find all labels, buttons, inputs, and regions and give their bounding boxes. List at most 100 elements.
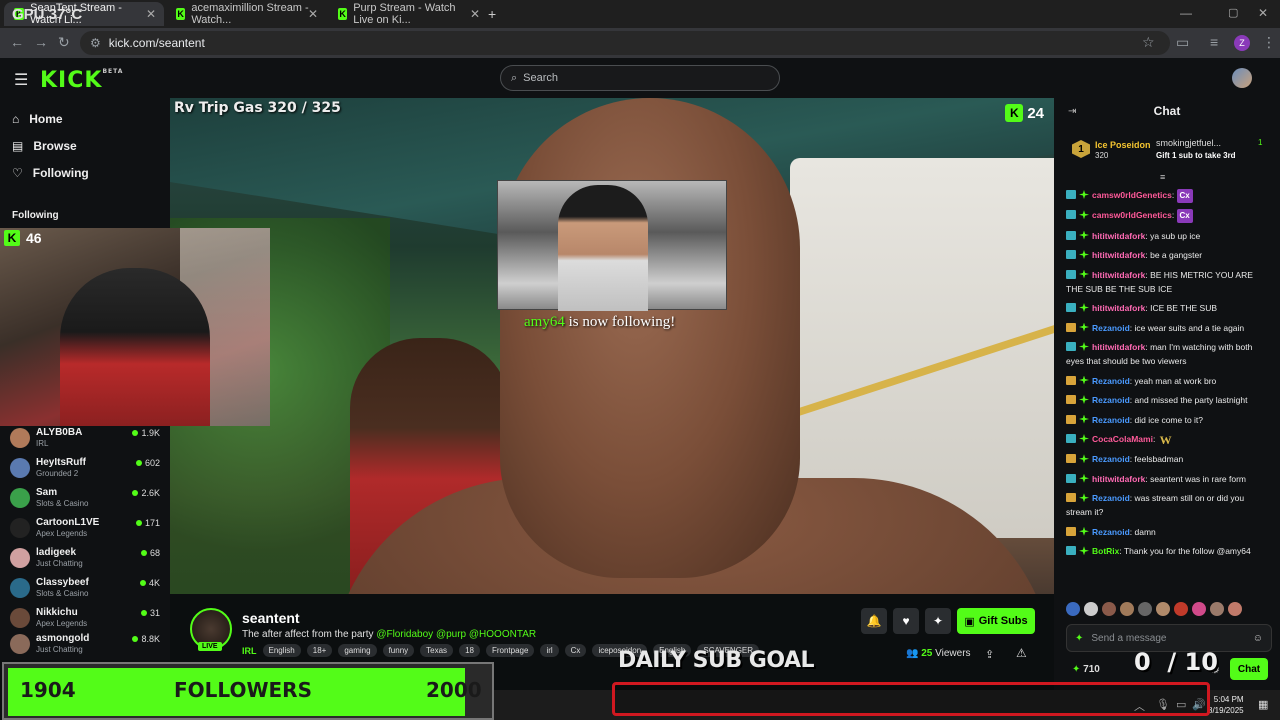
site-info-icon[interactable]: ⚙ [90,36,101,50]
back-arrow-icon[interactable]: ← [10,34,24,50]
url-field[interactable]: ⚙ kick.com/seantent [80,31,1170,55]
emote-icon[interactable] [1156,602,1170,616]
webcam-person [60,268,210,426]
reload-icon[interactable]: ↻ [58,34,70,51]
report-icon[interactable]: ⚠ [1016,646,1027,660]
chat-message: hititwitdafork: ya sub up ice [1066,229,1272,243]
chat-username[interactable]: Rezanoid [1092,454,1130,464]
sub-badge-icon [1066,454,1076,464]
followed-channel[interactable]: ladigeek Just Chatting 68 [10,546,162,570]
followed-channel[interactable]: Nikkichu Apex Legends 31 [10,606,162,630]
bookmark-star-icon[interactable]: ☆ [1142,34,1155,51]
followed-channel[interactable]: CartoonL1VE Apex Legends 171 [10,516,162,540]
followed-channel[interactable]: Classybeef Slots & Casino 4K [10,576,162,600]
sub-badge-icon [1066,342,1076,351]
sidebar-item-home[interactable]: ⌂ Home [12,112,63,126]
second-name[interactable]: smokingjetfuel... [1156,138,1221,148]
sidebar-item-browse[interactable]: ▤ Browse [12,139,77,153]
trip-gas-overlay: Rv Trip Gas 320 / 325 [174,100,341,116]
streamer-name[interactable]: seantent [242,610,300,626]
tag[interactable]: 18 [459,644,480,657]
tag[interactable]: English [262,644,301,657]
search-input[interactable]: ⌕ Search [500,65,780,91]
video-player[interactable]: Rv Trip Gas 320 / 325 K 24 amy64 is now … [170,98,1054,594]
chat-username[interactable]: hititwitdafork [1092,303,1145,313]
tag[interactable]: funny [382,644,415,657]
chat-username[interactable]: CocaColaMami [1092,434,1153,444]
tag[interactable]: Frontpage [485,644,535,657]
channel-name: Nikkichu [36,607,78,618]
tag[interactable]: irl [540,644,559,657]
followed-channel[interactable]: asmongold Just Chatting 8.8K [10,632,162,656]
chat-username[interactable]: hititwitdafork [1092,250,1145,260]
notification-icon[interactable]: ▦ [1258,698,1268,711]
kick-logo[interactable]: KICKBETA [40,68,123,93]
chat-username[interactable]: camsw0rldGenetics [1092,210,1172,220]
restore-icon[interactable]: ▢ [1228,6,1238,19]
emote-icon[interactable] [1192,602,1206,616]
close-tab-icon[interactable]: ✕ [308,7,318,21]
following-heading: Following [12,210,59,221]
emoji-icon[interactable]: ☺ [1253,633,1263,644]
followed-channel[interactable]: ALYB0BA IRL 1.9K [10,426,162,450]
share-icon[interactable]: ⇪ [985,648,994,661]
sidebar-item-following[interactable]: ♡ Following [12,166,89,180]
followed-channel[interactable]: Sam Slots & Casino 2.6K [10,486,162,510]
emote-icon[interactable] [1174,602,1188,616]
chat-username[interactable]: hititwitdafork [1092,342,1145,352]
taskbar-clock[interactable]: 5:04 PM 8/19/2025 [1208,694,1244,716]
cast-icon[interactable]: ▭ [1176,34,1189,51]
chat-filter-icon[interactable]: ≡ [1160,172,1165,182]
chat-username[interactable]: camsw0rldGenetics [1092,190,1172,200]
chat-username[interactable]: Rezanoid [1092,376,1130,386]
channel-category: Slots & Casino [36,499,89,508]
chat-messages: camsw0rldGenetics: Cx camsw0rldGenetics: … [1066,188,1272,564]
emote-icon[interactable] [1210,602,1224,616]
send-chat-button[interactable]: Chat [1230,658,1268,680]
chat-username[interactable]: Rezanoid [1092,395,1130,405]
emote-icon[interactable] [1066,602,1080,616]
browser-menu-icon[interactable]: ⋮ [1262,34,1276,51]
tab-purp[interactable]: K Purp Stream - Watch Live on Ki... ✕ [328,2,488,26]
emote-icon[interactable] [1084,602,1098,616]
emote-icon[interactable] [1138,602,1152,616]
close-tab-icon[interactable]: ✕ [470,7,480,21]
sub-badge-icon [1066,210,1076,220]
forward-arrow-icon[interactable]: → [34,34,48,50]
close-tab-icon[interactable]: ✕ [146,7,156,21]
chat-username[interactable]: hititwitdafork [1092,270,1145,280]
kicks-balance[interactable]: ✦ 710 [1072,664,1100,675]
chat-username[interactable]: hititwitdafork [1092,474,1145,484]
category-link[interactable]: IRL [242,646,257,656]
follow-button[interactable]: ♥ [893,608,919,634]
emote-icon[interactable] [1120,602,1134,616]
emote-icon[interactable] [1102,602,1116,616]
minimize-icon[interactable]: — [1180,6,1192,20]
chat-message: hititwitdafork: ICE BE THE SUB [1066,301,1272,315]
tag[interactable]: 18+ [306,644,333,657]
playlist-icon[interactable]: ≡ [1210,34,1218,50]
leader-name[interactable]: Ice Poseidon [1095,140,1151,150]
tag[interactable]: Cx [564,644,587,657]
chat-username[interactable]: BotRix [1092,546,1119,556]
chat-username[interactable]: Rezanoid [1092,527,1130,537]
window-close-icon[interactable]: ✕ [1258,6,1268,20]
new-tab-icon[interactable]: + [488,6,496,22]
notification-bell-button[interactable]: 🔔 [861,608,887,634]
user-avatar[interactable] [1232,68,1252,88]
profile-avatar-icon[interactable]: Z [1234,35,1250,51]
chat-username[interactable]: Rezanoid [1092,415,1130,425]
chat-username[interactable]: Rezanoid [1092,493,1130,503]
sparkle-button[interactable]: ✦ [925,608,951,634]
chat-title: Chat [1153,104,1181,118]
gift-subs-button[interactable]: ▣ Gift Subs [957,608,1035,634]
sparkle-icon: ✦ [932,614,944,628]
tag[interactable]: Texas [420,644,454,657]
chat-username[interactable]: hititwitdafork [1092,231,1145,241]
tab-acemaximillion[interactable]: K acemaximillion Stream - Watch... ✕ [166,2,326,26]
emote-icon[interactable] [1228,602,1242,616]
followed-channel[interactable]: HeyItsRuff Grounded 2 602 [10,456,162,480]
chat-username[interactable]: Rezanoid [1092,323,1130,333]
hamburger-menu-icon[interactable]: ☰ [14,70,28,90]
tag[interactable]: gaming [338,644,377,657]
